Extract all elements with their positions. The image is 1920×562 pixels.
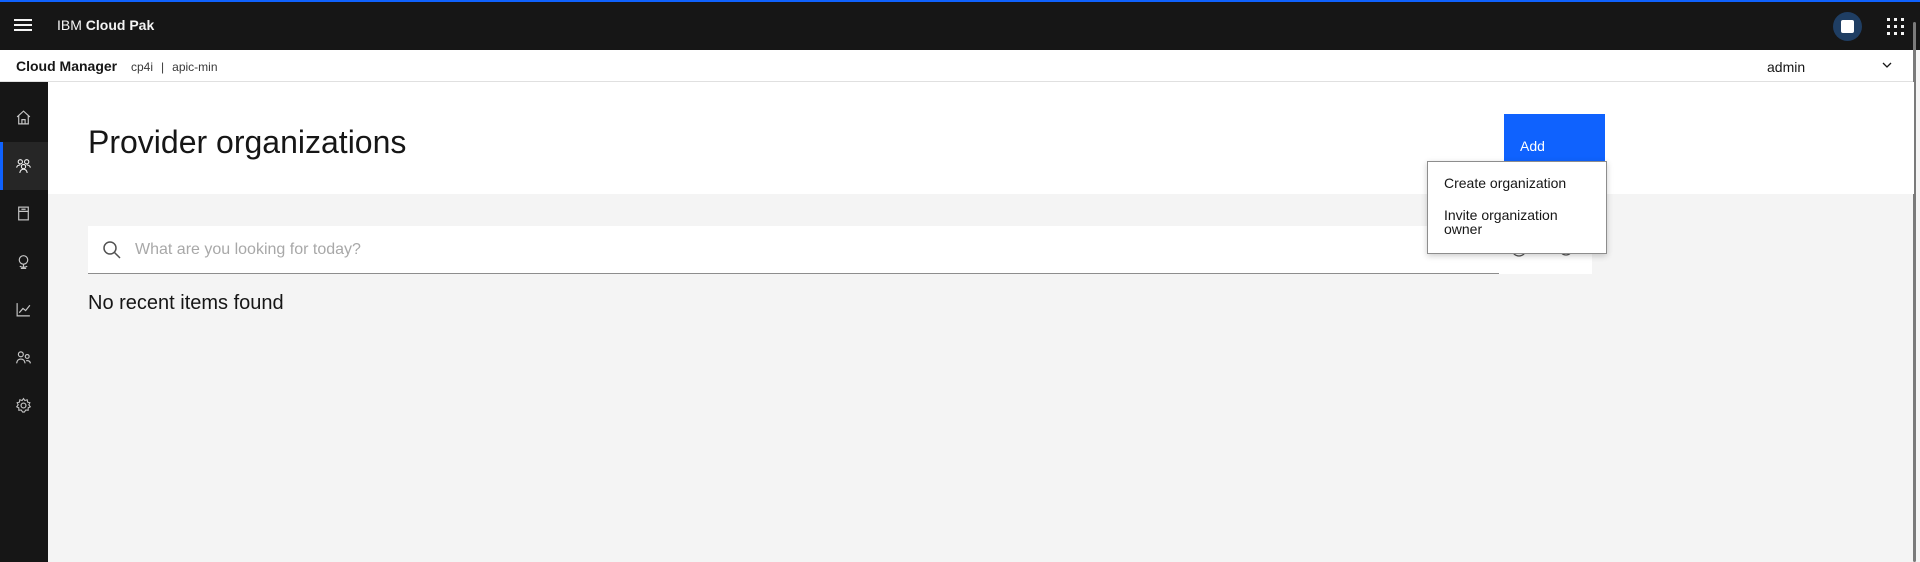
sidebar-item-resources[interactable] <box>0 190 48 238</box>
sidebar-item-home[interactable] <box>0 94 48 142</box>
crumb-instance: apic-min <box>172 60 218 74</box>
user-menu-label[interactable]: admin <box>1767 59 1805 75</box>
page-title: Provider organizations <box>88 124 407 160</box>
menu-item-create-organization[interactable]: Create organization <box>1444 176 1594 190</box>
app-title[interactable]: Cloud Manager <box>16 58 117 74</box>
settings-icon <box>15 397 32 413</box>
empty-state-message: No recent items found <box>88 292 284 314</box>
members-icon <box>16 351 31 364</box>
brand-name[interactable]: IBM Cloud Pak <box>57 17 154 33</box>
topology-icon <box>18 255 29 269</box>
resources-icon <box>18 206 29 221</box>
search-input[interactable] <box>135 226 1475 273</box>
brand-product: Cloud Pak <box>85 17 155 33</box>
crumb-separator: | <box>161 60 165 74</box>
sidebar-item-members[interactable] <box>0 334 48 382</box>
add-button[interactable]: Add <box>1504 114 1605 162</box>
menu-icon[interactable] <box>14 19 32 33</box>
page-header: Provider organizations Add <box>48 82 1914 194</box>
brand-prefix: IBM <box>57 17 82 33</box>
add-dropdown-menu: Create organization Invite organization … <box>1427 161 1607 254</box>
secondary-header: Cloud Manager cp4i | apic-min admin <box>0 50 1916 82</box>
organizations-icon <box>16 159 31 174</box>
search-bar <box>88 226 1499 274</box>
sidebar-item-analytics[interactable] <box>0 286 48 334</box>
sidebar-item-organizations[interactable] <box>0 142 48 190</box>
analytics-icon <box>16 303 31 317</box>
user-avatar-icon[interactable] <box>1833 12 1862 41</box>
search-icon <box>103 241 121 259</box>
sidebar-item-settings[interactable] <box>0 382 48 430</box>
namespace-breadcrumb: cp4i | apic-min <box>131 60 218 74</box>
top-bar: IBM Cloud Pak <box>0 0 1920 50</box>
menu-item-invite-organization-owner[interactable]: Invite organization owner <box>1444 208 1594 236</box>
app-switcher-icon[interactable] <box>1887 18 1905 36</box>
home-icon <box>16 110 31 125</box>
sidebar-nav <box>0 82 48 562</box>
chevron-down-icon[interactable] <box>1882 60 1892 70</box>
sidebar-item-topology[interactable] <box>0 238 48 286</box>
crumb-namespace: cp4i <box>131 60 154 74</box>
